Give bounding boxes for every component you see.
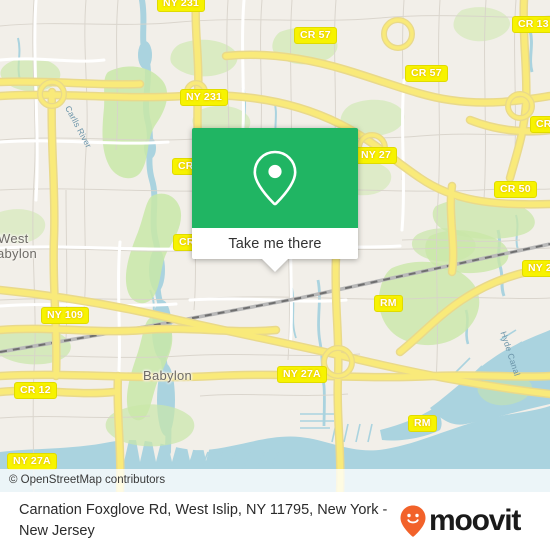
map-pin-icon — [253, 150, 297, 206]
moovit-wordmark: moovit — [429, 504, 521, 537]
popup-action-bar[interactable]: Take me there — [192, 228, 358, 272]
place-label: Babylon — [143, 368, 193, 383]
road-shield[interactable]: CR 50 — [494, 181, 537, 198]
road-shield[interactable]: NY 231 — [157, 0, 206, 12]
footer-bar: Carnation Foxglove Rd, West Islip, NY 11… — [0, 492, 550, 550]
popup-tail — [262, 259, 288, 272]
take-me-there-button[interactable]: Take me there — [228, 236, 321, 252]
road-shield[interactable]: NY 109 — [41, 307, 90, 324]
road-shield[interactable]: RM — [374, 295, 403, 312]
road-shield[interactable]: CR 57 — [405, 65, 448, 82]
moovit-smiley-pin-icon — [400, 505, 426, 537]
road-shield[interactable]: NY 27A — [7, 453, 57, 470]
road-shield[interactable]: CR 57 — [294, 27, 337, 44]
popup-header — [192, 128, 358, 228]
road-shield[interactable]: CR 13 — [512, 16, 550, 33]
address-text: Carnation Foxglove Rd, West Islip, NY 11… — [19, 502, 388, 539]
road-shield[interactable]: CR 12 — [14, 382, 57, 399]
road-shield[interactable]: NY 27 — [355, 147, 397, 164]
road-shield[interactable]: NY 231 — [180, 89, 229, 106]
road-shield[interactable]: CR — [530, 116, 550, 133]
road-shield[interactable]: RM — [408, 415, 437, 432]
map-attribution[interactable]: © OpenStreetMap contributors — [0, 469, 550, 492]
location-popup-card[interactable]: Take me there — [192, 128, 358, 272]
place-label: West — [0, 231, 29, 246]
place-label: Babylon — [0, 246, 38, 261]
map-screenshot: NY 231 CR 57 CR 13 CR 57 NY 231 CR NY 27… — [0, 0, 550, 550]
moovit-logo[interactable]: moovit — [399, 504, 521, 538]
road-shield[interactable]: NY 27A — [277, 366, 327, 383]
road-shield[interactable]: NY 2 — [522, 260, 550, 277]
